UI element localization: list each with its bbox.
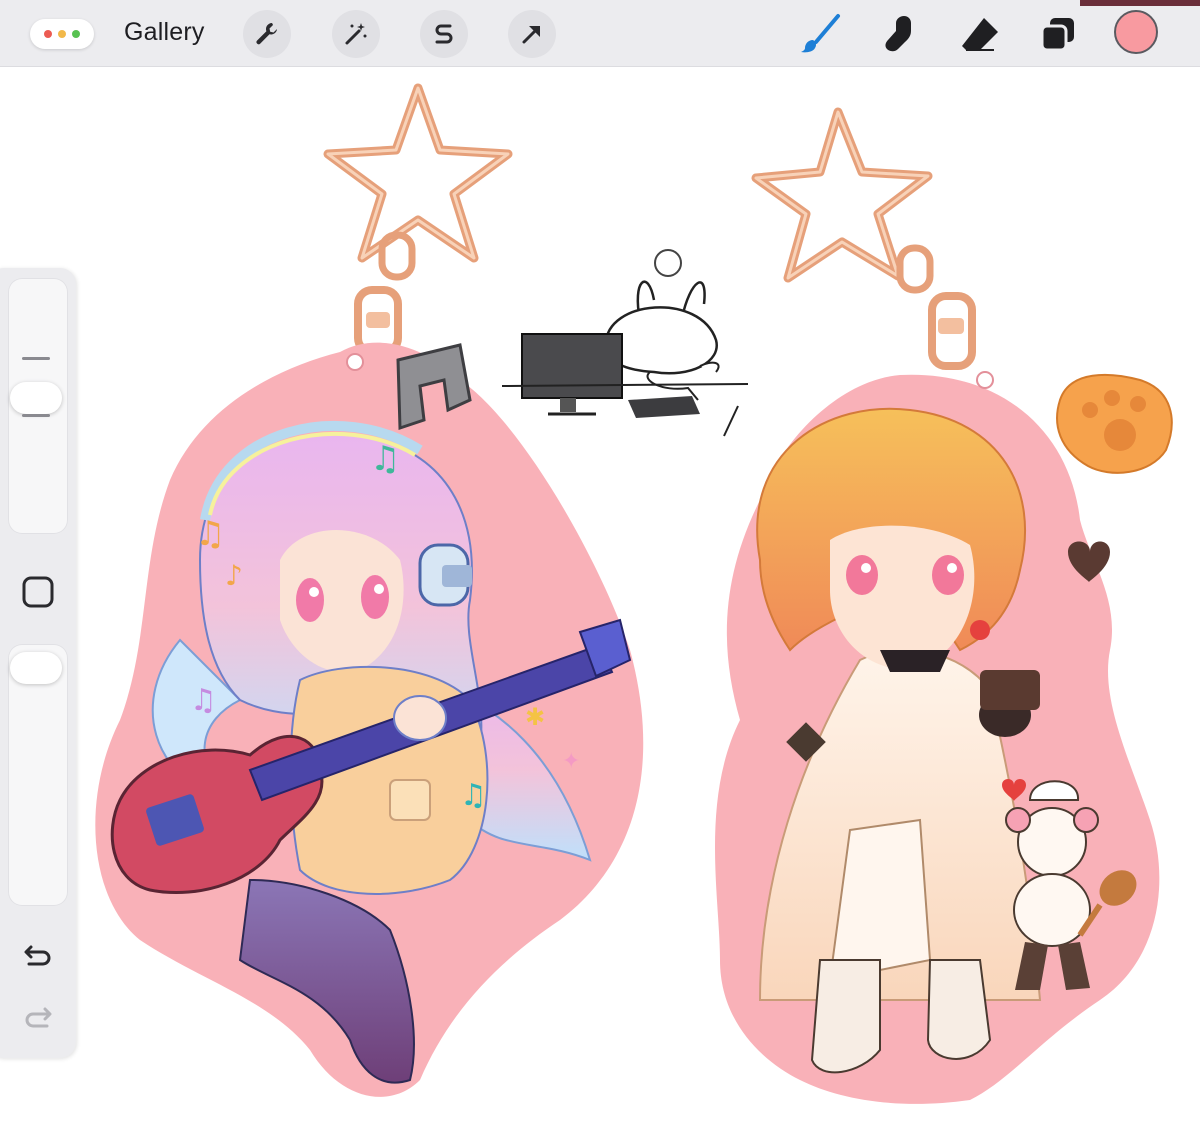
svg-text:♫: ♫ (195, 514, 225, 554)
window-controls-button[interactable] (30, 19, 94, 49)
procreate-app: Gallery ♫ ♫ ♪ ♫ ♫ ✱ ✦ (0, 0, 1200, 1147)
eraser-icon (962, 18, 998, 51)
brush-size-thumb[interactable] (10, 382, 62, 414)
modify-square-button[interactable] (18, 572, 58, 612)
selection-button[interactable] (420, 10, 468, 58)
adjustments-button[interactable] (332, 10, 380, 58)
top-toolbar: Gallery (0, 0, 1200, 67)
wallpaper-strip (1080, 0, 1200, 6)
svg-text:✱: ✱ (525, 703, 545, 731)
svg-text:♫: ♫ (190, 683, 217, 718)
gallery-button[interactable]: Gallery (124, 18, 205, 47)
undo-icon (24, 945, 51, 966)
eraser-tool-button[interactable] (956, 10, 1004, 58)
green-dot-icon (72, 30, 80, 38)
magic-wand-icon (345, 23, 367, 45)
redo-button[interactable] (18, 998, 58, 1038)
transform-button[interactable] (508, 10, 556, 58)
redo-icon (25, 1007, 52, 1028)
svg-text:♫: ♫ (460, 778, 487, 813)
selection-s-icon (435, 24, 453, 44)
square-icon (22, 576, 54, 608)
svg-text:♫: ♫ (370, 439, 400, 479)
slider-tick-upper (22, 357, 50, 360)
keychain-right (715, 107, 1173, 1104)
bunny-at-computer-doodle (501, 249, 749, 437)
smudge-tool-button[interactable] (876, 10, 924, 58)
svg-text:✦: ✦ (562, 749, 580, 774)
wrench-icon (256, 22, 277, 45)
layers-icon (1040, 18, 1074, 52)
opacity-thumb[interactable] (10, 652, 62, 684)
brush-icon (801, 14, 840, 53)
layers-button[interactable] (1034, 10, 1082, 58)
color-picker-button[interactable] (1114, 10, 1158, 54)
left-sidebar (0, 268, 76, 1058)
actions-button[interactable] (243, 10, 291, 58)
red-dot-icon (44, 30, 52, 38)
smudge-icon (885, 16, 911, 52)
drawing-canvas[interactable]: ♫ ♫ ♪ ♫ ♫ ✱ ✦ (0, 67, 1200, 1147)
slider-tick-lower (22, 414, 50, 417)
undo-button[interactable] (18, 936, 58, 976)
yellow-dot-icon (58, 30, 66, 38)
brush-tool-button[interactable] (796, 10, 844, 58)
transform-arrow-icon (522, 26, 540, 44)
svg-text:♪: ♪ (225, 559, 243, 592)
keychain-left: ♫ ♫ ♪ ♫ ♫ ✱ ✦ (95, 83, 644, 1097)
